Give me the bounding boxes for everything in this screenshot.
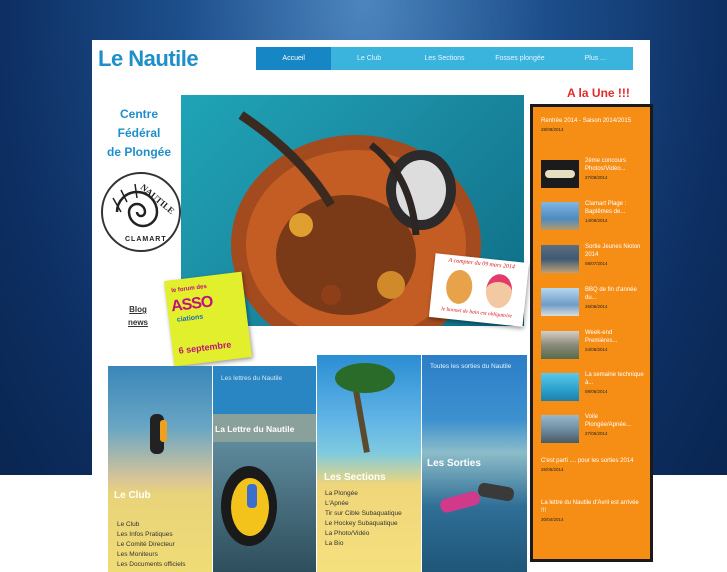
nav-item-plus[interactable]: Plus ... [558, 47, 633, 70]
notice-face-right [484, 272, 514, 310]
news-date: 28/08/2014 [541, 127, 564, 132]
link-tir-sur-cible[interactable]: Tir sur Cible Subaquatique [325, 509, 402, 519]
centre-line-3: de Plongée [106, 145, 171, 159]
tile-le-club[interactable]: Le Club Le Club Les Infos Pratiques Le C… [108, 366, 212, 572]
news-thumb-clamart-plage[interactable] [541, 202, 579, 230]
news-date: 27/05/2014 [585, 431, 608, 436]
site-logo[interactable]: Le Nautile [98, 46, 199, 72]
news-thumb-niolon[interactable] [541, 245, 579, 273]
link-la-plongee[interactable]: La Plongée [325, 489, 402, 499]
a-la-une-title: A la Une !!! [567, 86, 630, 100]
tile-les-sections-links: La Plongée L'Apnée Tir sur Cible Subaqua… [325, 489, 402, 549]
link-comite-directeur[interactable]: Le Comité Directeur [117, 540, 186, 550]
news-item-niolon[interactable]: Sortie Jeunes Niolon 2014 08/07/2014 [585, 243, 645, 268]
news-thumb-bbq[interactable] [541, 288, 579, 316]
news-title: 2ème concours Photos/Vidéo... [585, 158, 627, 172]
news-date: 14/08/2014 [585, 218, 608, 223]
forum-associations-flyer[interactable]: le forum des ASSO ciations 6 septembre [164, 271, 252, 367]
news-thumb-voile[interactable] [541, 415, 579, 443]
blog-news-link[interactable]: Blog news [128, 303, 148, 329]
link-le-club[interactable]: Le Club [117, 520, 186, 530]
tile-lettre-du-nautile[interactable]: Les lettres du Nautile La Lettre du Naut… [213, 366, 316, 572]
asso-line-4: 6 septembre [178, 339, 232, 356]
link-moniteurs[interactable]: Les Moniteurs [117, 550, 186, 560]
news-item-week-end[interactable]: Week-end Premières... 24/06/2014 [585, 329, 645, 354]
news-title: BBQ de fin d'année du... [585, 287, 637, 301]
news-item-bbq[interactable]: BBQ de fin d'année du... 25/06/2014 [585, 286, 645, 311]
news-thumb-semaine-technique[interactable] [541, 373, 579, 401]
news-date: 25/06/2014 [585, 304, 608, 309]
news-title: La semaine technique à... [585, 372, 644, 386]
notice-caption-bottom: le bonnet de bain est obligatoire [440, 306, 513, 320]
centre-line-1: Centre [119, 107, 158, 121]
tile-les-sorties-label: Les Sorties [427, 458, 481, 469]
link-photo-video[interactable]: La Photo/Vidéo [325, 529, 402, 539]
news-item-lettre-avril[interactable]: La lettre du Nautile d'Avril est arrivée… [541, 499, 641, 524]
tile-les-sorties[interactable]: Toutes les sorties du Nautile Les Sortie… [422, 355, 527, 572]
news-thumb-week-end[interactable] [541, 331, 579, 359]
link-documents-officiels[interactable]: Les Documents officiels [117, 560, 186, 570]
news-date: 08/07/2014 [585, 261, 608, 266]
news-date: 27/08/2014 [585, 175, 608, 180]
news-title: La lettre du Nautile d'Avril est arrivée… [541, 500, 639, 514]
link-hockey-subaquatique[interactable]: Le Hockey Subaquatique [325, 519, 402, 529]
news-item-concours[interactable]: 2ème concours Photos/Vidéo... 27/08/2014 [585, 157, 645, 182]
news-title: Voile Plongée/Apnée... [585, 414, 632, 428]
link-l-apnee[interactable]: L'Apnée [325, 499, 402, 509]
news-date: 30/04/2014 [541, 517, 564, 522]
news-title: C'est parti .... pour les sorties 2014 [541, 458, 634, 464]
nav-item-les-sections[interactable]: Les Sections [407, 47, 482, 70]
news-title: Sortie Jeunes Niolon 2014 [585, 244, 641, 258]
main-nav: Accueil Le Club Les Sections Fosses plon… [256, 47, 633, 70]
tile-les-sections-label: Les Sections [324, 472, 386, 483]
diver-right [477, 481, 515, 503]
tile-les-sections[interactable]: Les Sections La Plongée L'Apnée Tir sur … [317, 355, 421, 572]
bonnet-de-bain-notice[interactable]: A compter du 09 mars 2014 le bonnet de b… [428, 253, 530, 327]
diver-left [438, 490, 482, 514]
nav-item-accueil[interactable]: Accueil [256, 47, 332, 70]
news-item-rentree[interactable]: Rentrée 2014 - Saison 2014/2015 28/08/20… [541, 117, 641, 134]
a-la-une-sidebar: Rentrée 2014 - Saison 2014/2015 28/08/20… [530, 104, 653, 562]
blog-label: Blog [129, 305, 147, 314]
centre-line-2: Fédéral [117, 126, 161, 140]
asso-line-1: le forum des [170, 283, 208, 295]
nav-item-fosses-plongee[interactable]: Fosses plongée [482, 47, 557, 70]
news-item-semaine-technique[interactable]: La semaine technique à... 09/06/2014 [585, 371, 645, 396]
nautile-clamart-logo: NAUTILE CLAMART [101, 172, 181, 252]
asso-line-2: ASSO [170, 293, 214, 316]
news-date: 26/05/2014 [541, 467, 564, 472]
diver-tank [160, 420, 167, 442]
news-date: 24/06/2014 [585, 347, 608, 352]
news-title: Week-end Premières... [585, 330, 618, 344]
palm-leaves [335, 363, 395, 393]
tile-le-club-label: Le Club [114, 490, 151, 501]
news-date: 09/06/2014 [585, 389, 608, 394]
news-title: Rentrée 2014 - Saison 2014/2015 [541, 118, 632, 124]
centre-federal-heading: Centre Fédéral de Plongée [100, 105, 178, 162]
news-item-clamart-plage[interactable]: Clamart Plage : Baptêmes de... 14/08/201… [585, 200, 645, 225]
lettre-header-text: Les lettres du Nautile [221, 375, 283, 382]
tile-le-club-links: Le Club Les Infos Pratiques Le Comité Di… [117, 520, 186, 570]
notice-face-left [444, 268, 474, 306]
news-thumb-concours[interactable] [541, 160, 579, 188]
news-item-voile[interactable]: Voile Plongée/Apnée... 27/05/2014 [585, 413, 645, 438]
link-la-bio[interactable]: La Bio [325, 539, 402, 549]
sorties-header-text: Toutes les sorties du Nautile [430, 363, 512, 370]
link-infos-pratiques[interactable]: Les Infos Pratiques [117, 530, 186, 540]
camera-graphic [545, 170, 575, 178]
tile-lettre-label: La Lettre du Nautile [215, 424, 295, 434]
clownfish-eye [247, 484, 257, 508]
news-title: Clamart Plage : Baptêmes de... [585, 201, 627, 215]
logo-text-clamart: CLAMART [125, 236, 167, 243]
news-label: news [128, 318, 149, 327]
nav-item-le-club[interactable]: Le Club [331, 47, 406, 70]
news-item-sorties-2014[interactable]: C'est parti .... pour les sorties 2014 2… [541, 457, 641, 474]
